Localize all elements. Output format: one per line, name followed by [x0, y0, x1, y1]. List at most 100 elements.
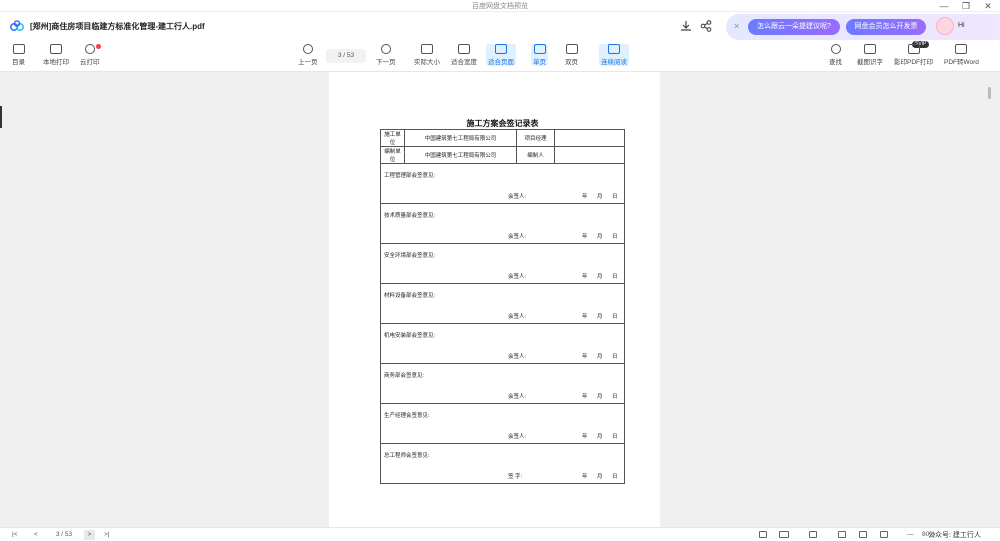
form-title: 施工方案会签记录表 — [466, 119, 539, 128]
pdf-page: 施工方案会签记录表 施工单位 中国建筑第七工程局有限公司 项目经理 编制单位 中… — [329, 72, 660, 527]
promo-question-2[interactable]: 网盘会员怎么开发票 — [846, 19, 926, 35]
table-cell — [554, 146, 625, 164]
document-viewport[interactable]: 施工方案会签记录表 施工单位 中国建筑第七工程局有限公司 项目经理 编制单位 中… — [0, 72, 1000, 527]
table-row: 技术质量部会签意见: 会签人: 年 月 日 — [380, 203, 625, 244]
screenshot-ocr-label: 截图识字 — [857, 59, 883, 66]
continuous-read-label: 连续阅读 — [601, 59, 627, 66]
next-page-button[interactable]: 下一页 — [376, 44, 396, 66]
find-button[interactable]: 查找 — [829, 44, 842, 66]
minimize-button[interactable]: — — [938, 0, 950, 12]
double-page-button[interactable]: 双页 — [565, 44, 578, 66]
pdf-to-word-label: PDF转Word — [944, 59, 979, 66]
promo-close-icon[interactable]: × — [734, 21, 739, 31]
continuous-read-icon — [608, 44, 620, 54]
pdf-to-word-button[interactable]: PDF转Word — [944, 44, 979, 66]
double-view-icon[interactable] — [779, 531, 789, 538]
scan-pdf-label: 影印PDF打印 — [894, 59, 933, 66]
fit-width-button[interactable]: 适合宽度 — [451, 44, 477, 66]
download-icon[interactable] — [679, 19, 693, 33]
catalog-icon — [12, 44, 25, 54]
table-row: 机电安装部会签意见: 会签人: 年 月 日 — [380, 323, 625, 364]
next-page-small-button[interactable]: > — [84, 530, 95, 540]
signoff-section: 商务部会签意见: 会签人: 年 月 日 — [380, 363, 625, 404]
local-print-button[interactable]: 本地打印 — [43, 44, 69, 66]
fit-page-icon — [495, 44, 507, 54]
double-page-icon — [565, 44, 578, 54]
screenshot-ocr-button[interactable]: 截图识字 — [857, 44, 883, 66]
status-page-indicator[interactable]: 3 / 53 — [48, 530, 80, 540]
share-icon[interactable] — [699, 19, 713, 33]
assistant-greeting[interactable]: Hi — [958, 22, 965, 29]
continuous-view-icon[interactable] — [809, 531, 817, 538]
screenshot-ocr-icon — [864, 44, 876, 54]
promo-question-1[interactable]: 怎么跟云一朵提建议呢? — [748, 19, 840, 35]
close-button[interactable]: ✕ — [982, 0, 994, 12]
table-cell — [554, 129, 625, 147]
section-label: 安全环境部会签意见: — [384, 253, 436, 259]
signoff-section: 机电安装部会签意见: 会签人: 年 月 日 — [380, 323, 625, 364]
signer-label: 会签人: — [508, 314, 527, 320]
fit-width-label: 适合宽度 — [451, 59, 477, 66]
date-label: 年 月 日 — [582, 434, 618, 440]
section-label: 生产经理会签意见: — [384, 413, 430, 419]
vertical-scrollbar-thumb[interactable] — [988, 87, 991, 99]
double-page-label: 双页 — [565, 59, 578, 66]
scan-pdf-print-button[interactable]: 影印PDF打印 — [894, 44, 933, 66]
prev-page-button[interactable]: 上一页 — [298, 44, 318, 66]
text-cursor — [0, 106, 2, 128]
table-row: 编制单位 中国建筑第七工程局有限公司 编制人 — [380, 146, 625, 164]
table-row: 商务部会签意见: 会签人: 年 月 日 — [380, 363, 625, 404]
signer-label: 会签人: — [508, 194, 527, 200]
actual-size-button[interactable]: 实际大小 — [414, 44, 440, 66]
search-icon — [830, 44, 841, 54]
fit-page-button[interactable]: 适合页面 — [486, 44, 516, 66]
cloud-printer-icon — [84, 44, 95, 54]
date-label: 年 月 日 — [582, 474, 618, 480]
table-row: 工程管理部会签意见: 会签人: 年 月 日 — [380, 163, 625, 204]
section-label: 总工程师会签意见: — [384, 453, 430, 459]
title-bar: 百度网盘文档预览 — ❐ ✕ — [0, 0, 1000, 12]
signer-label: 会签人: — [508, 394, 527, 400]
catalog-button[interactable]: 目录 — [12, 44, 25, 66]
signoff-section: 总工程师会签意见: 签 字: 年 月 日 — [380, 443, 625, 484]
toolbar: 目录 本地打印 云打印 上一页 3 / 53 下一页 实际大小 适合宽度 适合页… — [0, 40, 1000, 72]
table-row: 施工单位 中国建筑第七工程局有限公司 项目经理 — [380, 129, 625, 147]
table-cell: 编制单位 — [380, 146, 405, 164]
fit-page-label: 适合页面 — [488, 59, 514, 66]
prev-arrow-icon — [302, 44, 313, 54]
signer-label: 会签人: — [508, 434, 527, 440]
fit-width-small-icon[interactable] — [859, 531, 867, 538]
single-view-icon[interactable] — [759, 531, 767, 538]
date-label: 年 月 日 — [582, 314, 618, 320]
page-indicator[interactable]: 3 / 53 — [326, 49, 366, 63]
last-page-button[interactable]: >| — [104, 530, 109, 540]
file-header: [郑州]商住房项目临建方标准化管理-建工行人.pdf × 怎么跟云一朵提建议呢?… — [0, 12, 1000, 40]
table-cell: 编制人 — [516, 146, 555, 164]
restore-button[interactable]: ❐ — [960, 0, 972, 12]
section-label: 商务部会签意见: — [384, 373, 425, 379]
table-cell: 施工单位 — [380, 129, 405, 147]
file-title: [郑州]商住房项目临建方标准化管理-建工行人.pdf — [30, 22, 205, 31]
actual-size-label: 实际大小 — [414, 59, 440, 66]
continuous-read-button[interactable]: 连续阅读 — [599, 44, 629, 66]
notification-dot — [96, 44, 101, 49]
prev-page-small-button[interactable]: < — [34, 530, 38, 540]
scan-print-icon — [907, 44, 920, 54]
first-page-button[interactable]: |< — [12, 530, 17, 540]
zoom-out-button[interactable]: — — [907, 530, 914, 540]
assistant-promo-bar: × 怎么跟云一朵提建议呢? 网盘会员怎么开发票 Hi — [726, 14, 1000, 40]
fit-page-small-icon[interactable] — [880, 531, 888, 538]
signoff-section: 生产经理会签意见: 会签人: 年 月 日 — [380, 403, 625, 444]
actual-size-small-icon[interactable] — [838, 531, 846, 538]
signer-label: 会签人: — [508, 234, 527, 240]
table-row: 材料设备部会签意见: 会签人: 年 月 日 — [380, 283, 625, 324]
single-page-button[interactable]: 单页 — [531, 44, 548, 66]
date-label: 年 月 日 — [582, 394, 618, 400]
assistant-avatar[interactable] — [936, 17, 954, 35]
next-page-label: 下一页 — [376, 59, 396, 66]
table-row: 总工程师会签意见: 签 字: 年 月 日 — [380, 443, 625, 484]
catalog-label: 目录 — [12, 59, 25, 66]
signer-label: 会签人: — [508, 354, 527, 360]
window-controls: — ❐ ✕ — [938, 0, 994, 12]
section-label: 材料设备部会签意见: — [384, 293, 436, 299]
